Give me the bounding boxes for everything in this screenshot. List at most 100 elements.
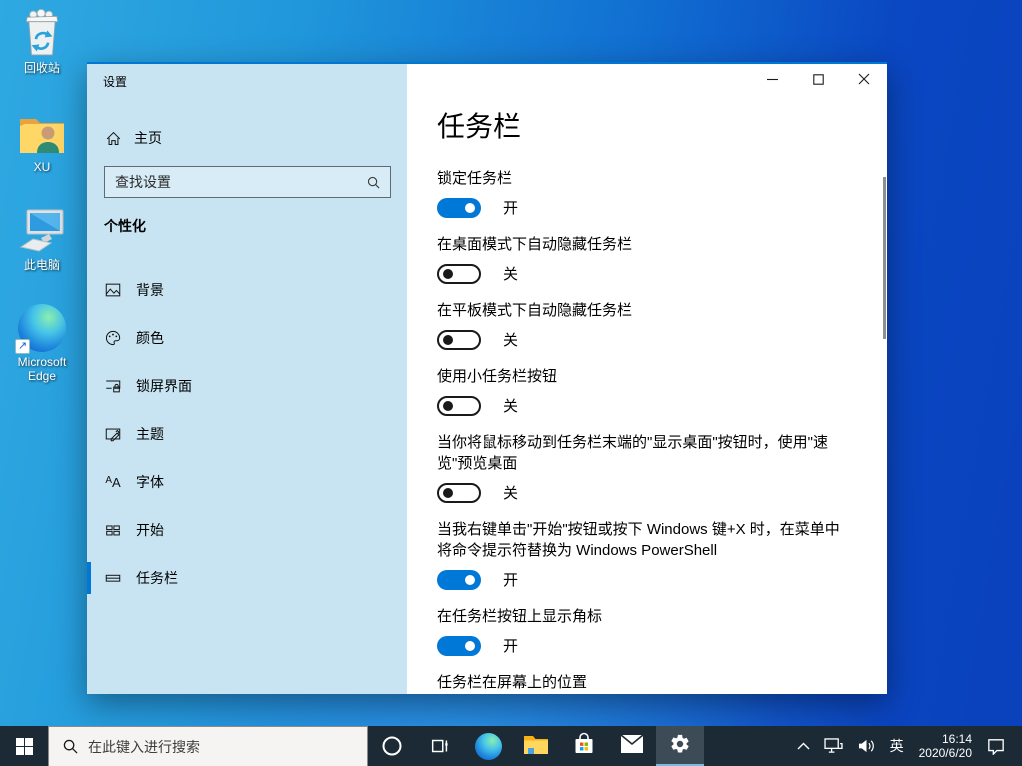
edge-icon: ↗	[15, 302, 66, 354]
search-icon	[63, 739, 78, 754]
settings-taskbar-button[interactable]	[656, 726, 704, 766]
file-explorer-button[interactable]	[512, 726, 560, 766]
home-icon	[104, 129, 122, 147]
sidebar-item-label: 主题	[136, 426, 164, 442]
toggle-switch[interactable]	[437, 482, 481, 503]
settings-search-box[interactable]	[104, 166, 391, 198]
setting-taskbar-position: 任务栏在屏幕上的位置	[437, 672, 851, 694]
sidebar-item-lock-screen[interactable]: 锁屏界面	[87, 362, 407, 410]
sidebar-item-fonts[interactable]: AA 字体	[87, 458, 407, 506]
sidebar-item-themes[interactable]: 主题	[87, 410, 407, 458]
settings-search-input[interactable]	[105, 174, 367, 190]
sidebar-nav: 背景 颜色 锁屏界面 主题 AA 字体 开始 任务栏	[87, 266, 407, 602]
toggle-switch[interactable]	[437, 569, 481, 590]
toggle-switch[interactable]	[437, 263, 481, 284]
setting-autohide-desktop: 在桌面模式下自动隐藏任务栏 关	[437, 236, 633, 284]
minimize-button[interactable]	[749, 64, 795, 94]
sidebar-item-start[interactable]: 开始	[87, 506, 407, 554]
sidebar-item-home[interactable]: 主页	[104, 126, 162, 150]
system-tray: 英 16:14 2020/6/20	[790, 726, 1022, 766]
tray-chevron-up-icon[interactable]	[790, 726, 817, 766]
action-center-icon[interactable]	[980, 726, 1012, 766]
sidebar-item-label: 背景	[136, 282, 164, 298]
file-explorer-icon	[523, 733, 549, 760]
sidebar-item-label: 锁屏界面	[136, 378, 192, 394]
setting-autohide-tablet: 在平板模式下自动隐藏任务栏 关	[437, 302, 633, 350]
palette-icon	[104, 329, 122, 347]
setting-badges: 在任务栏按钮上显示角标 开	[437, 608, 603, 656]
taskbar-clock[interactable]: 16:14 2020/6/20	[911, 732, 980, 760]
toggle-state-label: 关	[503, 485, 519, 502]
sidebar-item-taskbar[interactable]: 任务栏	[87, 554, 407, 602]
sidebar-item-colors[interactable]: 颜色	[87, 314, 407, 362]
desktop-icon-label: Microsoft Edge	[17, 355, 67, 383]
toggle-switch[interactable]	[437, 635, 481, 656]
cortana-button[interactable]	[368, 726, 416, 766]
edge-taskbar-button[interactable]	[464, 726, 512, 766]
scrollbar-thumb[interactable]	[883, 177, 886, 339]
desktop-icon-label: XU	[33, 160, 51, 174]
toggle-switch[interactable]	[437, 329, 481, 350]
selected-indicator	[87, 562, 91, 594]
store-icon	[572, 732, 596, 761]
shortcut-arrow-icon: ↗	[15, 339, 30, 354]
settings-window: 设置 主页 个性化 背景	[87, 62, 887, 694]
sidebar-item-label: 字体	[136, 474, 164, 490]
edge-icon	[474, 732, 502, 760]
taskbar-settings-content: 任务栏 锁定任务栏 开 在桌面模式下自动隐藏任务栏 关 在平板模式下自动隐藏任务…	[407, 64, 887, 694]
edge-shortcut[interactable]: ↗ Microsoft Edge	[4, 302, 80, 383]
taskbar-settings-icon	[104, 569, 122, 587]
themes-icon	[104, 425, 122, 443]
toggle-state-label: 开	[503, 638, 519, 655]
gear-icon	[669, 733, 691, 760]
sidebar-item-label: 开始	[136, 522, 164, 538]
window-controls	[749, 64, 887, 94]
sidebar-item-background[interactable]: 背景	[87, 266, 407, 314]
microsoft-store-button[interactable]	[560, 726, 608, 766]
this-pc-icon	[17, 205, 67, 255]
mail-icon	[620, 733, 644, 759]
setting-peek-preview: 当你将鼠标移动到任务栏末端的"显示桌面"按钮时，使用"速览"预览桌面 关	[437, 434, 828, 503]
settings-main-pane: 任务栏 锁定任务栏 开 在桌面模式下自动隐藏任务栏 关 在平板模式下自动隐藏任务…	[407, 64, 887, 694]
desktop: 回收站 XU 此电脑 ↗ Microsoft Edge 设置 主页 查找设置 个…	[0, 0, 1022, 766]
task-view-button[interactable]	[416, 726, 464, 766]
ime-indicator[interactable]: 英	[883, 726, 911, 766]
window-title: 设置	[103, 75, 128, 89]
clock-date: 2020/6/20	[918, 746, 972, 760]
setting-powershell-replace: 当我右键单击"开始"按钮或按下 Windows 键+X 时，在菜单中将命令提示符…	[437, 521, 840, 590]
toggle-state-label: 关	[503, 332, 519, 349]
maximize-button[interactable]	[795, 64, 841, 94]
setting-small-buttons: 使用小任务栏按钮 关	[437, 368, 558, 416]
network-icon[interactable]	[817, 726, 850, 766]
toggle-switch[interactable]	[437, 395, 481, 416]
clock-time: 16:14	[941, 732, 972, 746]
start-button[interactable]	[0, 726, 48, 766]
taskbar-search-box[interactable]	[48, 726, 368, 766]
sidebar-section-header: 个性化	[104, 218, 146, 234]
taskbar-search-input[interactable]	[88, 738, 367, 755]
mail-button[interactable]	[608, 726, 656, 766]
close-button[interactable]	[841, 64, 887, 94]
volume-icon[interactable]	[850, 726, 883, 766]
page-title: 任务栏	[437, 111, 522, 142]
recycle-bin-shortcut[interactable]: 回收站	[4, 8, 80, 75]
toggle-state-label: 开	[503, 200, 519, 217]
user-folder-icon	[17, 107, 67, 157]
settings-sidebar: 设置 主页 个性化 背景	[87, 64, 407, 694]
this-pc-shortcut[interactable]: 此电脑	[4, 205, 80, 272]
sidebar-item-label: 主页	[134, 130, 162, 146]
fonts-icon: AA	[105, 474, 121, 490]
recycle-bin-icon	[21, 8, 63, 58]
sidebar-item-label: 任务栏	[136, 570, 178, 586]
setting-lock-taskbar: 锁定任务栏 开	[437, 170, 519, 218]
xu-folder-shortcut[interactable]: XU	[4, 107, 80, 174]
lock-screen-icon	[104, 377, 122, 395]
desktop-icon-label: 此电脑	[23, 258, 60, 272]
start-layout-icon	[104, 521, 122, 539]
system-taskbar: 英 16:14 2020/6/20	[0, 726, 1022, 766]
toggle-state-label: 开	[503, 572, 519, 589]
toggle-switch[interactable]	[437, 197, 481, 218]
desktop-icon-label: 回收站	[23, 61, 60, 75]
search-icon	[367, 176, 380, 189]
toggle-state-label: 关	[503, 398, 519, 415]
